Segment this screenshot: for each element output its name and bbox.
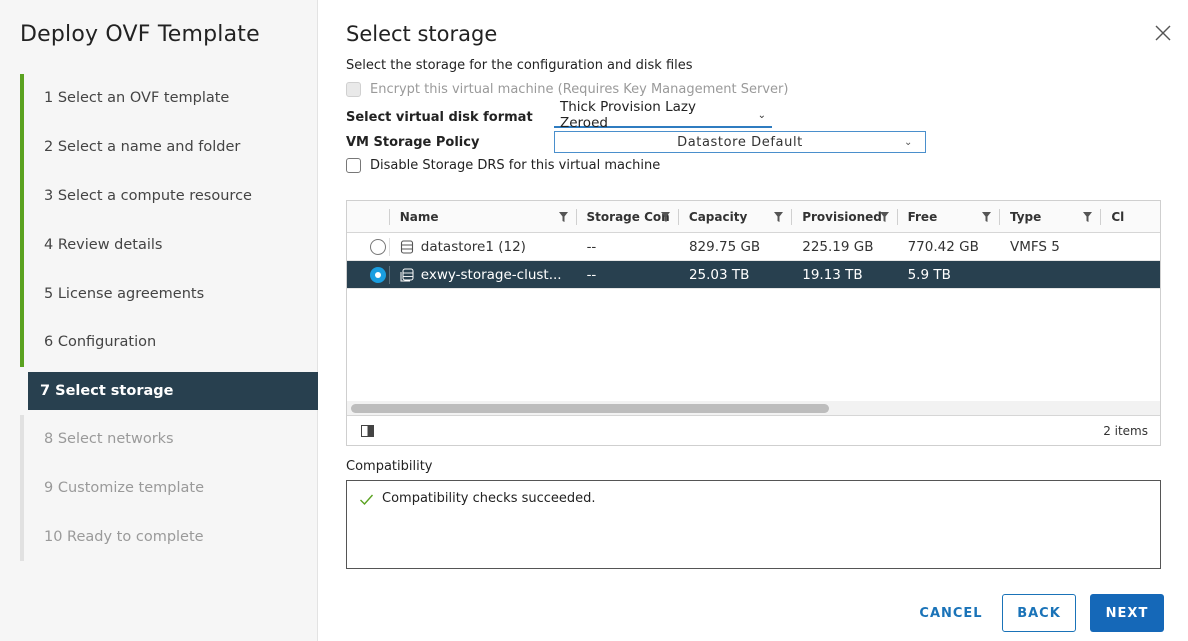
- step-select-compute-resource[interactable]: 3 Select a compute resource: [20, 171, 318, 221]
- page-subtitle: Select the storage for the configuration…: [346, 58, 693, 73]
- disable-drs-checkbox[interactable]: [346, 158, 361, 173]
- compatibility-message: Compatibility checks succeeded.: [382, 491, 596, 506]
- page-title: Select storage: [346, 22, 498, 46]
- wizard-title: Deploy OVF Template: [20, 22, 260, 47]
- table-row[interactable]: datastore1 (12) -- 829.75 GB 225.19 GB 7…: [347, 233, 1160, 261]
- datastore-cluster-icon: [400, 268, 414, 281]
- grid-header-select: [347, 201, 389, 232]
- step-select-name-folder[interactable]: 2 Select a name and folder: [20, 122, 318, 172]
- step-review-details[interactable]: 4 Review details: [20, 220, 318, 270]
- step-select-networks: 8 Select networks: [20, 414, 318, 464]
- item-count: 2 items: [1103, 424, 1148, 438]
- filter-icon[interactable]: [879, 212, 889, 222]
- column-header-provisioned[interactable]: Provisioned: [791, 201, 896, 232]
- horizontal-scrollbar[interactable]: [347, 401, 1160, 415]
- column-toggle-icon[interactable]: [361, 425, 374, 437]
- compatibility-label: Compatibility: [346, 459, 433, 474]
- disable-drs-label: Disable Storage DRS for this virtual mac…: [370, 158, 661, 173]
- step-license-agreements[interactable]: 5 License agreements: [20, 269, 318, 318]
- grid-header: Name Storage Con Capacity Provisioned Fr…: [347, 201, 1160, 233]
- check-icon: [360, 494, 374, 506]
- cancel-button[interactable]: CANCEL: [912, 594, 990, 632]
- wizard-sidebar: Deploy OVF Template 1 Select an OVF temp…: [0, 0, 318, 641]
- disk-format-select[interactable]: Thick Provision Lazy Zeroed ⌄: [554, 99, 772, 131]
- table-row[interactable]: exwy-storage-clust... -- 25.03 TB 19.13 …: [347, 261, 1160, 289]
- filter-icon[interactable]: [981, 212, 991, 222]
- step-customize-template: 9 Customize template: [20, 463, 318, 513]
- encrypt-option: Encrypt this virtual machine (Requires K…: [346, 82, 788, 97]
- step-ready-to-complete: 10 Ready to complete: [20, 512, 318, 562]
- storage-policy-value: Datastore Default: [677, 134, 803, 150]
- row-radio[interactable]: [370, 238, 386, 255]
- column-header-storage-compatibility[interactable]: Storage Con: [575, 201, 678, 232]
- filter-icon[interactable]: [558, 212, 568, 222]
- datastore-icon: [400, 239, 413, 254]
- step-select-storage[interactable]: 7 Select storage: [28, 371, 318, 410]
- encrypt-label: Encrypt this virtual machine (Requires K…: [370, 82, 789, 97]
- storage-policy-label: VM Storage Policy: [346, 134, 480, 150]
- column-header-free[interactable]: Free: [896, 201, 999, 232]
- filter-icon[interactable]: [774, 212, 784, 222]
- scrollbar-thumb[interactable]: [351, 404, 829, 413]
- disk-format-value: Thick Provision Lazy Zeroed: [560, 99, 697, 131]
- column-header-cluster[interactable]: Cl: [1100, 201, 1160, 232]
- disable-drs-option[interactable]: Disable Storage DRS for this virtual mac…: [346, 158, 660, 173]
- back-button[interactable]: BACK: [1002, 594, 1076, 632]
- step-configuration[interactable]: 6 Configuration: [20, 317, 318, 367]
- filter-icon[interactable]: [660, 212, 670, 222]
- column-header-type[interactable]: Type: [998, 201, 1100, 232]
- column-header-capacity[interactable]: Capacity: [677, 201, 791, 232]
- storage-policy-row: VM Storage Policy Datastore Default ⌄: [346, 131, 926, 153]
- next-button[interactable]: NEXT: [1090, 594, 1164, 632]
- step-select-ovf-template[interactable]: 1 Select an OVF template: [20, 74, 318, 123]
- storage-policy-select[interactable]: Datastore Default ⌄: [554, 131, 926, 153]
- row-name: exwy-storage-clust...: [420, 266, 562, 283]
- row-name: datastore1 (12): [420, 238, 526, 255]
- compatibility-box: Compatibility checks succeeded.: [346, 480, 1161, 569]
- disk-format-label: Select virtual disk format: [346, 109, 533, 125]
- filter-icon[interactable]: [1083, 212, 1093, 222]
- datastore-grid: Name Storage Con Capacity Provisioned Fr…: [346, 200, 1161, 446]
- disk-format-row: Select virtual disk format Thick Provisi…: [346, 99, 772, 131]
- main-panel: Select storage Select the storage for th…: [346, 0, 1188, 641]
- encrypt-checkbox: [346, 82, 361, 97]
- column-header-name[interactable]: Name: [388, 201, 576, 232]
- chevron-down-icon: ⌄: [757, 109, 766, 121]
- row-radio[interactable]: [370, 266, 386, 283]
- wizard-steps: 1 Select an OVF template 2 Select a name…: [20, 74, 318, 562]
- close-icon[interactable]: [1150, 20, 1176, 46]
- chevron-down-icon: ⌄: [904, 136, 913, 148]
- grid-footer: 2 items: [347, 415, 1160, 445]
